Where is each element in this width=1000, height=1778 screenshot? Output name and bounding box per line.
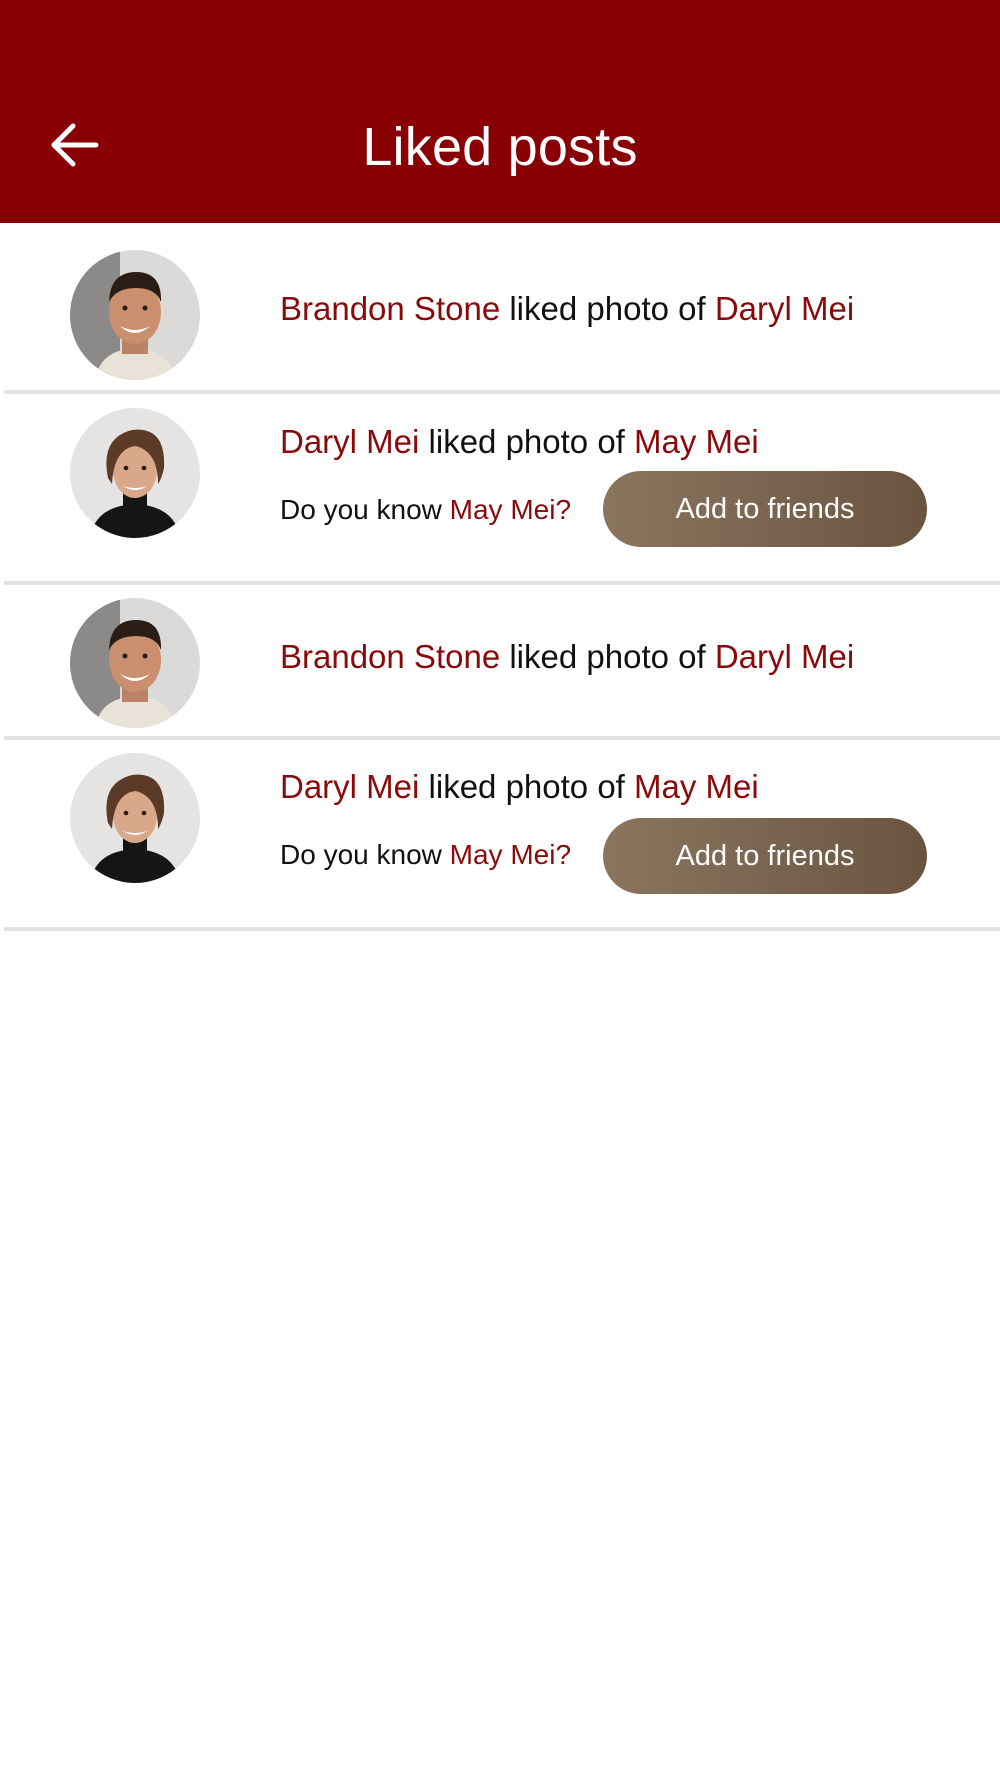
top-bar: Liked posts [0, 0, 1000, 223]
man-wavy-hair-turtleneck-avatar [70, 753, 200, 883]
action-text: liked photo of [509, 638, 706, 675]
target-name-link[interactable]: Daryl Mei [715, 638, 854, 675]
target-name-link[interactable]: May Mei [634, 768, 759, 805]
suggested-name-link[interactable]: May Mei? [450, 494, 571, 525]
list-item[interactable]: Brandon Stone liked photo of Daryl Mei [0, 585, 1000, 735]
question-prefix: Do you know [280, 494, 442, 525]
divider [4, 390, 1000, 394]
action-text: liked photo of [428, 423, 625, 460]
actor-name-link[interactable]: Brandon Stone [280, 638, 500, 675]
smiling-man-short-hair-avatar [70, 250, 200, 380]
actor-name-link[interactable]: Daryl Mei [280, 768, 419, 805]
app-screen: Liked posts Brandon Stone liked photo of… [0, 0, 1000, 1778]
list-item[interactable]: Daryl Mei liked photo of May Mei Do you … [0, 395, 1000, 585]
like-activity-text: Daryl Mei liked photo of May Mei [280, 767, 759, 807]
add-to-friends-button[interactable]: Add to friends [603, 818, 927, 894]
action-text: liked photo of [509, 290, 706, 327]
list-item[interactable]: Brandon Stone liked photo of Daryl Mei [0, 223, 1000, 395]
target-name-link[interactable]: Daryl Mei [715, 290, 854, 327]
question-prefix: Do you know [280, 839, 442, 870]
friend-suggestion-text: Do you know May Mei? [280, 493, 571, 527]
avatar[interactable] [70, 408, 200, 538]
page-title: Liked posts [362, 117, 638, 177]
add-to-friends-button[interactable]: Add to friends [603, 471, 927, 547]
actor-name-link[interactable]: Daryl Mei [280, 423, 419, 460]
friend-suggestion-text: Do you know May Mei? [280, 838, 571, 872]
actor-name-link[interactable]: Brandon Stone [280, 290, 500, 327]
list-item[interactable]: Daryl Mei liked photo of May Mei Do you … [0, 740, 1000, 930]
avatar[interactable] [70, 598, 200, 728]
like-activity-text: Brandon Stone liked photo of Daryl Mei [280, 637, 854, 677]
target-name-link[interactable]: May Mei [634, 423, 759, 460]
action-text: liked photo of [428, 768, 625, 805]
smiling-man-short-hair-avatar [70, 598, 200, 728]
avatar[interactable] [70, 250, 200, 380]
avatar[interactable] [70, 753, 200, 883]
man-wavy-hair-turtleneck-avatar [70, 408, 200, 538]
like-activity-text: Daryl Mei liked photo of May Mei [280, 422, 759, 462]
divider [4, 927, 1000, 931]
like-activity-text: Brandon Stone liked photo of Daryl Mei [280, 289, 854, 329]
suggested-name-link[interactable]: May Mei? [450, 839, 571, 870]
